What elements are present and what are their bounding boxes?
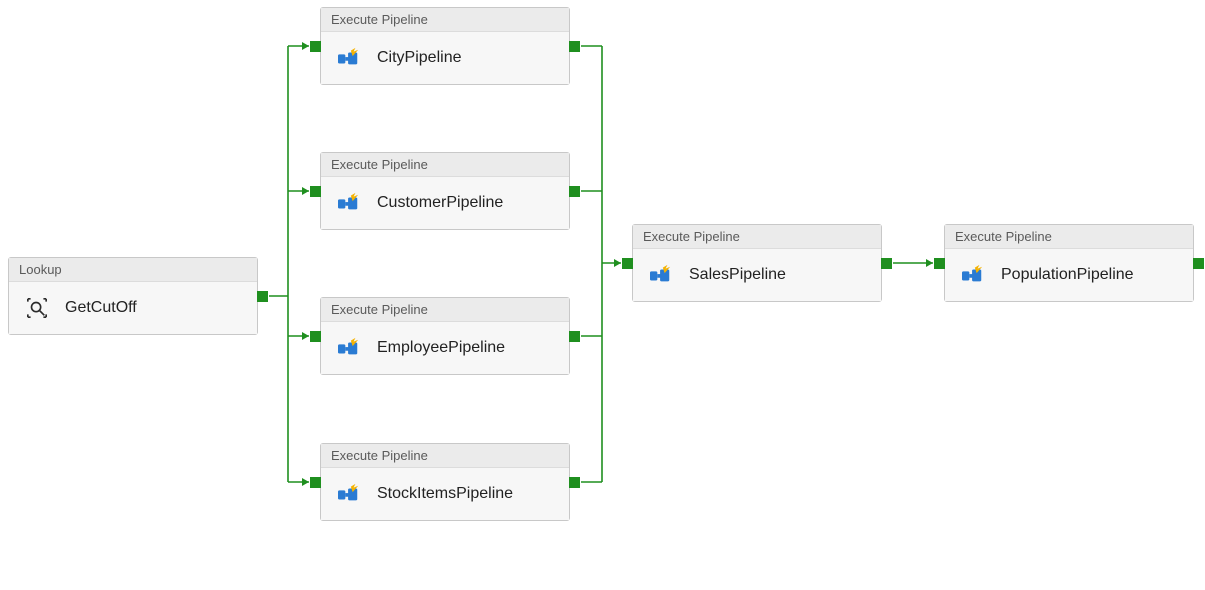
activity-title: SalesPipeline (689, 266, 786, 284)
activity-type-label: Execute Pipeline (321, 153, 569, 177)
activity-body: SalesPipeline (633, 249, 881, 301)
pipeline-icon (335, 46, 363, 70)
pipeline-icon (647, 263, 675, 287)
pipeline-icon (335, 482, 363, 506)
input-port[interactable] (310, 477, 321, 488)
activity-node-lookup[interactable]: Lookup GetCutOff (8, 257, 258, 335)
activity-body: EmployeePipeline (321, 322, 569, 374)
activity-body: StockItemsPipeline (321, 468, 569, 520)
activity-title: GetCutOff (65, 299, 137, 317)
input-port[interactable] (310, 331, 321, 342)
activity-node-stock[interactable]: Execute Pipeline StockItemsPipeline (320, 443, 570, 521)
output-port-success[interactable] (569, 331, 580, 342)
activity-type-label: Execute Pipeline (633, 225, 881, 249)
input-port[interactable] (934, 258, 945, 269)
activity-title: EmployeePipeline (377, 339, 505, 357)
pipeline-icon (959, 263, 987, 287)
activity-type-label: Execute Pipeline (321, 298, 569, 322)
pipeline-icon (335, 191, 363, 215)
activity-node-pop[interactable]: Execute Pipeline PopulationPipeline (944, 224, 1194, 302)
output-port-success[interactable] (569, 186, 580, 197)
activity-title: StockItemsPipeline (377, 485, 513, 503)
activity-type-label: Execute Pipeline (321, 444, 569, 468)
activity-body: CityPipeline (321, 32, 569, 84)
activity-node-customer[interactable]: Execute Pipeline CustomerPipeline (320, 152, 570, 230)
activity-node-employee[interactable]: Execute Pipeline EmployeePipeline (320, 297, 570, 375)
activity-title: CustomerPipeline (377, 194, 503, 212)
activity-node-city[interactable]: Execute Pipeline CityPipeline (320, 7, 570, 85)
activity-body: CustomerPipeline (321, 177, 569, 229)
activity-body: PopulationPipeline (945, 249, 1193, 301)
lookup-icon (23, 296, 51, 320)
input-port[interactable] (310, 186, 321, 197)
activity-type-label: Execute Pipeline (945, 225, 1193, 249)
input-port[interactable] (310, 41, 321, 52)
output-port-success[interactable] (257, 291, 268, 302)
activity-node-sales[interactable]: Execute Pipeline SalesPipeline (632, 224, 882, 302)
output-port-success[interactable] (1193, 258, 1204, 269)
activity-title: CityPipeline (377, 49, 461, 67)
activity-title: PopulationPipeline (1001, 266, 1134, 284)
activity-type-label: Execute Pipeline (321, 8, 569, 32)
pipeline-icon (335, 336, 363, 360)
output-port-success[interactable] (569, 41, 580, 52)
output-port-success[interactable] (569, 477, 580, 488)
activity-type-label: Lookup (9, 258, 257, 282)
pipeline-canvas[interactable]: Lookup GetCutOff Execute Pipeline CityPipel… (0, 0, 1205, 590)
output-port-success[interactable] (881, 258, 892, 269)
activity-body: GetCutOff (9, 282, 257, 334)
input-port[interactable] (622, 258, 633, 269)
